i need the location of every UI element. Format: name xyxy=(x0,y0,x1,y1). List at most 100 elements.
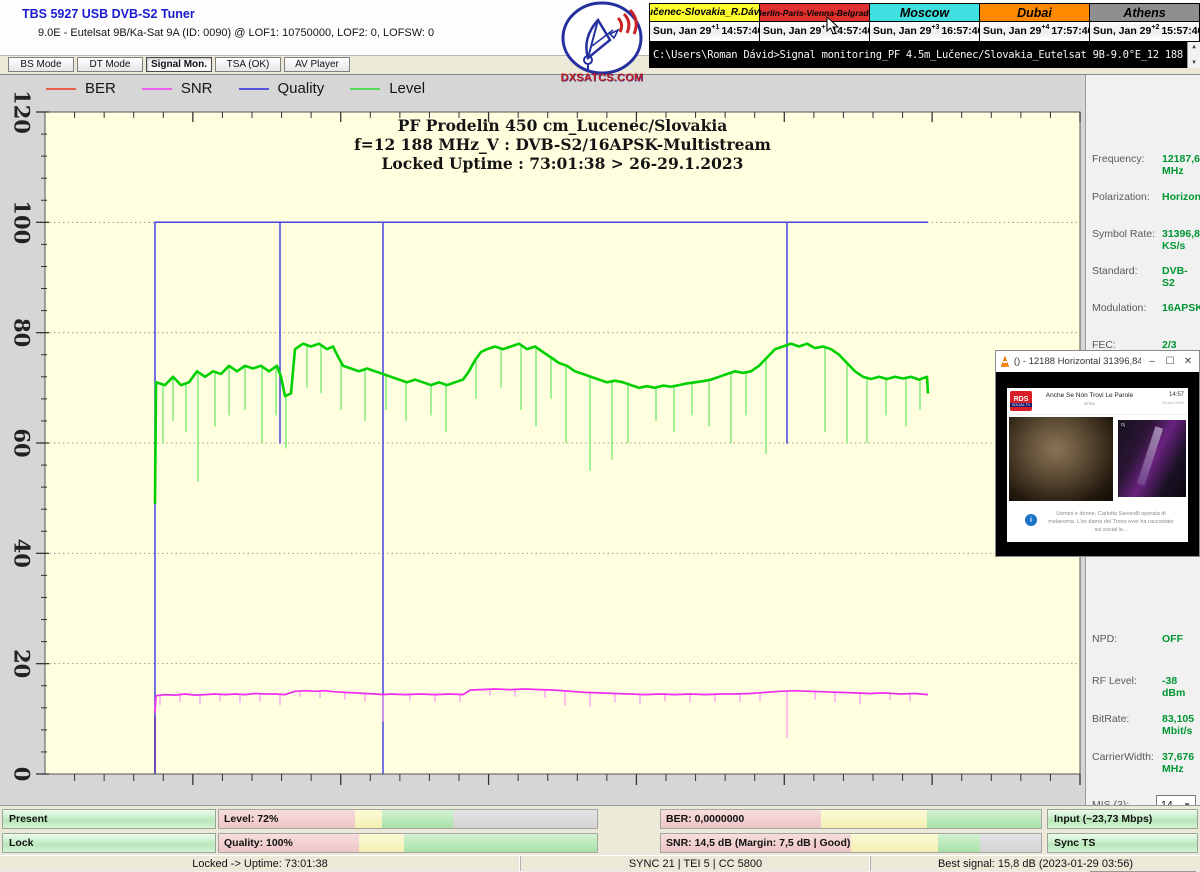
clock-city-label: Lučenec-Slovakia_R.Dávid xyxy=(650,4,759,22)
world-clocks: Lučenec-Slovakia_R.DávidSun, Jan 29+114:… xyxy=(649,3,1200,42)
sidebar-value-standard: DVB-S2 xyxy=(1162,265,1200,289)
vlc-cone-icon xyxy=(1000,355,1010,368)
video-thumbnail-right: Dj xyxy=(1118,420,1186,497)
sidebar-value-modulation: 16APSK xyxy=(1162,302,1200,314)
gauge-segment-yellow xyxy=(355,810,381,828)
clock-utc-offset: +3 xyxy=(931,24,939,31)
signal-gauges: Present Level: 72% BER: 0,0000000Input (~2… xyxy=(0,805,1200,855)
clock-date: Sun, Jan 29 xyxy=(763,25,821,37)
vlc-window[interactable]: () - 12188 Horizontal 31396,849... – ☐ ✕… xyxy=(995,350,1200,557)
indicator-sync-ts: Sync TS xyxy=(1047,833,1198,853)
clock-lu-enec-slovakia-r-d-vid[interactable]: Lučenec-Slovakia_R.DávidSun, Jan 29+114:… xyxy=(650,4,760,41)
gauge-level: Level: 72% xyxy=(218,809,598,829)
channel-logo-text: RDS xyxy=(1014,396,1029,403)
tab-dt-mode[interactable]: DT Mode xyxy=(77,57,143,72)
sidebar-label-carrierwidth: CarrierWidth: xyxy=(1092,751,1154,763)
app-window: TBS 5927 USB DVB-S2 Tuner 9.0E - Eutelsa… xyxy=(0,0,1200,870)
legend-label: SNR xyxy=(181,80,213,97)
vlc-maximize-button[interactable]: ☐ xyxy=(1163,356,1177,367)
clock-time-value: 16:57:40 xyxy=(941,25,983,37)
clock-utc-offset: +1 xyxy=(711,24,719,31)
gauge-segment-gray xyxy=(980,834,1041,852)
clock-city-label: Moscow xyxy=(870,4,979,22)
legend-swatch-level xyxy=(350,88,380,90)
gauge-segment-green xyxy=(927,810,1041,828)
svg-text:120: 120 xyxy=(10,90,35,134)
clock-time-value: 17:57:40 xyxy=(1051,25,1093,37)
tab-av-player[interactable]: AV Player xyxy=(284,57,350,72)
gauge-segment-yellow xyxy=(821,810,927,828)
header: TBS 5927 USB DVB-S2 Tuner 9.0E - Eutelsa… xyxy=(0,0,1200,55)
sidebar-value-symbolrate: 31396,849 KS/s xyxy=(1162,228,1200,252)
gauge-level-label: Level: 72% xyxy=(224,810,278,828)
now-playing-title: Anche Se Non Trovi Le Parole xyxy=(1037,392,1142,400)
gauge-segment-green xyxy=(382,810,454,828)
svg-text:40: 40 xyxy=(9,539,34,568)
legend-item-quality: Quality xyxy=(239,80,325,97)
sidebar-label-frequency: Frequency: xyxy=(1092,153,1145,165)
clock-moscow[interactable]: Moscow Sun, Jan 29+316:57:40 xyxy=(870,4,980,41)
svg-text:100: 100 xyxy=(9,200,34,244)
chart-legend: BERSNRQualityLevel xyxy=(46,80,425,97)
legend-swatch-quality xyxy=(239,88,269,90)
tab-signal-mon-[interactable]: Signal Mon. xyxy=(146,57,212,72)
clock-utc-offset: +1 xyxy=(821,24,829,31)
clock-time: Sun, Jan 29+215:57:40 xyxy=(1090,22,1199,40)
clock-time-value: 15:57:40 xyxy=(1161,25,1200,37)
svg-text:20: 20 xyxy=(10,649,35,678)
signal-chart: 0 20 40 60 80 100 120 xyxy=(0,73,1085,804)
svg-text:0: 0 xyxy=(10,767,35,782)
indicator-input-mbps-: Input (~23,73 Mbps) xyxy=(1047,809,1198,829)
svg-text:60: 60 xyxy=(10,428,35,457)
clock-dubai[interactable]: DubaiSun, Jan 29+417:57:40 xyxy=(980,4,1090,41)
console-output[interactable]: C:\Users\Roman Dávid>Signal monitoring_P… xyxy=(649,42,1200,68)
gauge-segment-gray xyxy=(453,810,597,828)
broadcast-time: 14:57 xyxy=(1169,392,1184,399)
sidebar-value-rflevel: -38 dBm xyxy=(1162,675,1200,699)
dxsatcs-logo: DXSATCS.COM xyxy=(558,0,646,88)
sidebar-value-carrierwidth: 37,676 MHz xyxy=(1162,751,1200,775)
info-circle-icon: i xyxy=(1025,514,1037,526)
vlc-close-button[interactable]: ✕ xyxy=(1181,356,1195,367)
sidebar-label-polarization: Polarization: xyxy=(1092,191,1150,203)
clock-utc-offset: +2 xyxy=(1151,24,1159,31)
status-best-signal: Best signal: 15,8 dB (2023-01-29 03:56) xyxy=(870,856,1200,871)
vlc-caption-area: i Uomini e donne, Carlotta Savorelli ope… xyxy=(1007,504,1188,542)
tab-tsa-ok-[interactable]: TSA (OK) xyxy=(215,57,281,72)
sidebar-label-npd: NPD: xyxy=(1092,633,1117,645)
clock-date: Sun, Jan 29 xyxy=(873,25,931,37)
legend-item-snr: SNR xyxy=(142,80,213,97)
indicator-present: Present xyxy=(2,809,216,829)
gauge-ber: BER: 0,0000000 xyxy=(660,809,1042,829)
sidebar-label-bitrate: BitRate: xyxy=(1092,713,1129,725)
video-thumbnail-left xyxy=(1009,417,1113,501)
clock-berlin-paris-vienna-belgrade[interactable]: Berlin-Paris-Vienna-BelgradeSun, Jan 29+… xyxy=(760,4,870,41)
sidebar-value-bitrate: 83,105 Mbit/s xyxy=(1162,713,1200,737)
window-subtitle: 9.0E - Eutelsat 9B/Ka-Sat 9A (ID: 0090) … xyxy=(38,27,434,39)
clock-time: Sun, Jan 29+417:57:40 xyxy=(980,22,1089,40)
channel-logo-subtext: SOCIAL TV xyxy=(1010,403,1032,407)
indicator-lock: Lock xyxy=(2,833,216,853)
status-bar: Locked -> Uptime: 73:01:38 SYNC 21 | TEI… xyxy=(0,855,1200,871)
gauge-snr-label: SNR: 14,5 dB (Margin: 7,5 dB | Good) xyxy=(666,834,850,852)
scroll-down-icon[interactable]: ▼ xyxy=(1192,60,1196,66)
vlc-broadcast-header: RDS SOCIAL TV Anche Se Non Trovi Le Paro… xyxy=(1007,388,1188,415)
tab-bs-mode[interactable]: BS Mode xyxy=(8,57,74,72)
legend-swatch-ber xyxy=(46,88,76,90)
sidebar-label-rflevel: RF Level: xyxy=(1092,675,1137,687)
vlc-minimize-button[interactable]: – xyxy=(1145,356,1159,367)
gauge-snr: SNR: 14,5 dB (Margin: 7,5 dB | Good) xyxy=(660,833,1042,853)
clock-time: Sun, Jan 29+114:57:40 xyxy=(760,22,869,40)
console-scrollbar[interactable]: ▲ ▼ xyxy=(1187,42,1200,68)
svg-text:80: 80 xyxy=(10,318,35,347)
scroll-up-icon[interactable]: ▲ xyxy=(1192,44,1196,50)
clock-date: Sun, Jan 29 xyxy=(983,25,1041,37)
legend-swatch-snr xyxy=(142,88,172,90)
clock-time: Sun, Jan 29+114:57:40 xyxy=(650,22,759,40)
vlc-titlebar[interactable]: () - 12188 Horizontal 31396,849... – ☐ ✕ xyxy=(996,351,1199,372)
clock-athens[interactable]: AthensSun, Jan 29+215:57:40 xyxy=(1090,4,1199,41)
gauge-segment-yellow xyxy=(851,834,938,852)
gauge-segment-yellow xyxy=(359,834,404,852)
gauge-segment-green xyxy=(938,834,980,852)
legend-label: Quality xyxy=(278,80,325,97)
